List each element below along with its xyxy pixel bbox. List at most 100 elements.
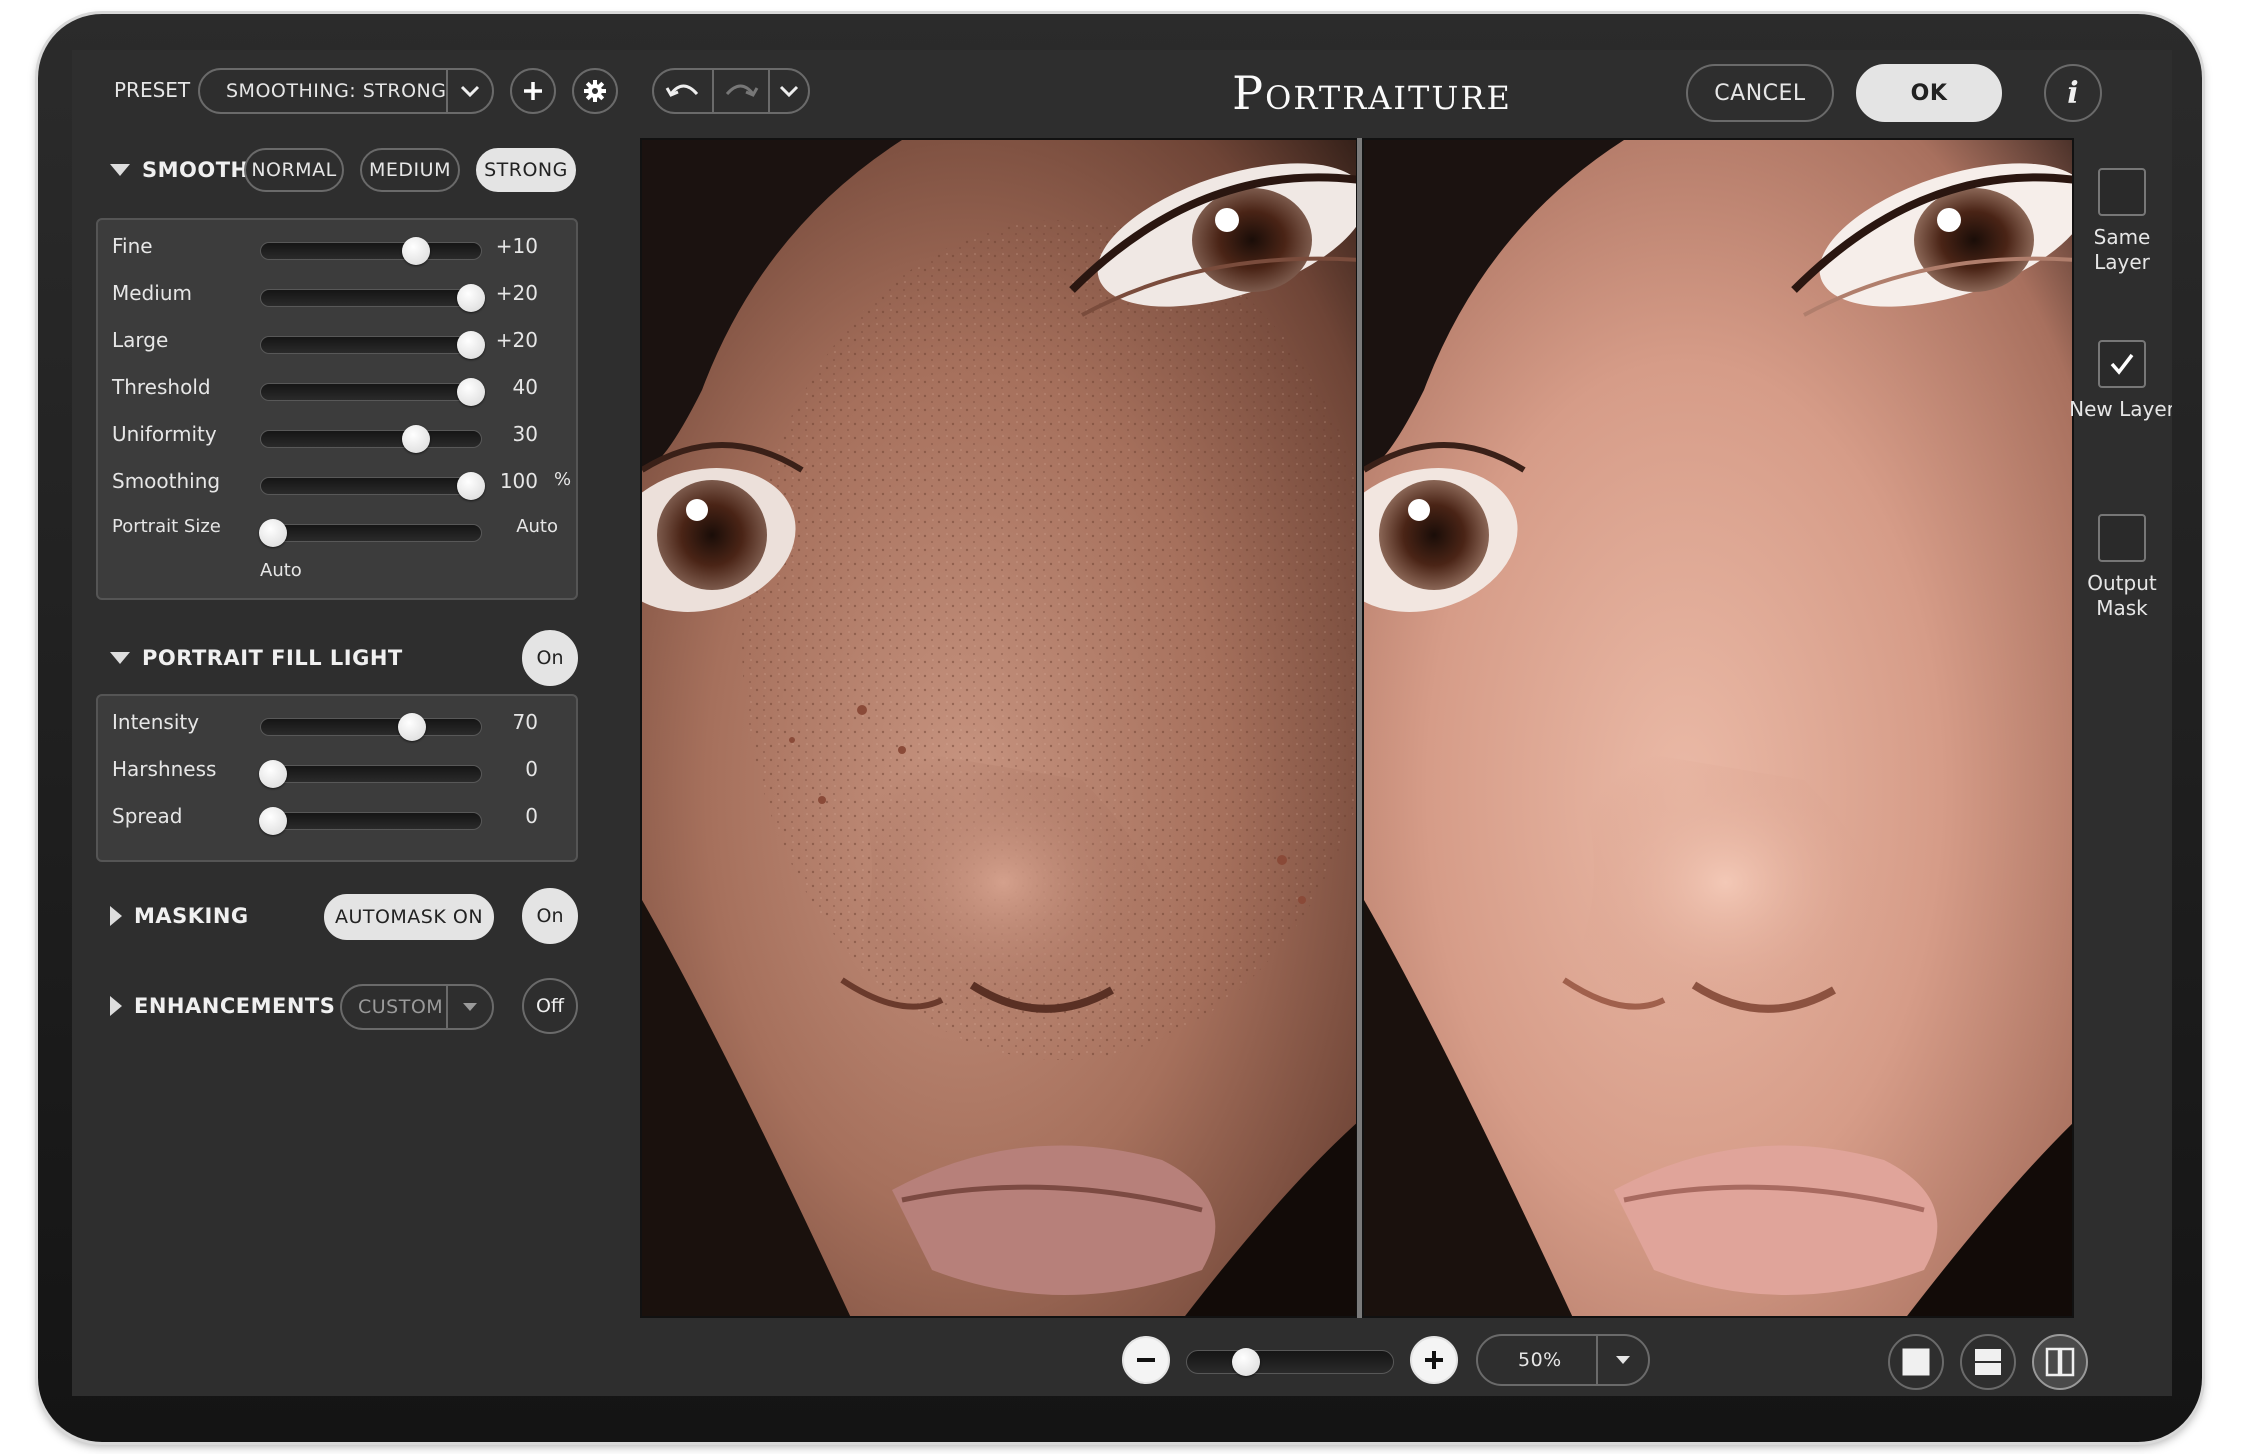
plus-icon (524, 82, 542, 100)
enhancements-section-header[interactable]: ENHANCEMENTS (110, 994, 335, 1018)
slider-row-intensity: Intensity 70 (98, 708, 576, 742)
slider-knob-harshness[interactable] (259, 760, 287, 788)
output-mask-checkbox[interactable] (2098, 514, 2146, 562)
split-horizontal-button[interactable] (1960, 1334, 2016, 1390)
undo-icon (665, 84, 699, 97)
slider-value-large: +20 (495, 328, 538, 352)
minus-icon (1137, 1358, 1155, 1362)
portrait-size-note: Auto (260, 560, 302, 581)
enhancements-toggle[interactable]: Off (522, 978, 578, 1034)
expand-triangle-icon (110, 906, 122, 926)
info-icon: i (2067, 75, 2079, 111)
split-horizontal-icon (1975, 1349, 2001, 1375)
slider-track-harshness[interactable] (259, 760, 482, 788)
preview-after[interactable] (1362, 138, 2074, 1318)
zoom-out-button[interactable] (1122, 1336, 1170, 1384)
masking-toggle[interactable]: On (522, 888, 578, 944)
slider-row-harshness: Harshness 0 (98, 755, 576, 789)
preset-value: SMOOTHING: STRONG (226, 80, 447, 102)
slider-knob-intensity[interactable] (397, 713, 426, 741)
before-portrait-image (642, 140, 1356, 1316)
preview-before[interactable] (640, 138, 1358, 1318)
slider-value-threshold: 40 (512, 375, 538, 399)
slider-knob-uniformity[interactable] (401, 425, 430, 453)
slider-label-threshold: Threshold (112, 375, 211, 399)
slider-label-smoothing: Smoothing (112, 469, 221, 493)
chevron-down-icon (1596, 1336, 1648, 1384)
slider-track-uniformity[interactable] (260, 425, 482, 453)
redo-button[interactable] (714, 70, 770, 112)
slider-label-medium: Medium (112, 281, 192, 305)
same-layer-label: Same Layer (2093, 225, 2151, 274)
fill-light-controls-group: Intensity 70 Harshness 0 Spread 0 (96, 694, 578, 862)
slider-track-smoothing[interactable] (260, 472, 485, 500)
slider-track-threshold[interactable] (260, 378, 485, 406)
preset-dropdown[interactable]: SMOOTHING: STRONG (198, 68, 494, 114)
slider-track-medium[interactable] (260, 284, 485, 312)
slider-row-uniformity: Uniformity 30 (98, 420, 576, 454)
split-vertical-icon (2045, 1347, 2075, 1377)
history-group (652, 68, 810, 114)
slider-value-fine: +10 (495, 234, 538, 258)
output-mask-label: Output Mask (2087, 571, 2157, 620)
smoothing-normal-button[interactable]: NORMAL (244, 148, 344, 192)
zoom-value: 50% (1518, 1349, 1562, 1371)
single-view-button[interactable] (1888, 1334, 1944, 1390)
chevron-down-icon (779, 85, 799, 97)
slider-value-portrait-size: Auto (516, 516, 558, 537)
slider-row-medium: Medium +20 (98, 279, 576, 313)
cancel-button[interactable]: CANCEL (1686, 64, 1834, 122)
slider-label-harshness: Harshness (112, 757, 217, 781)
slider-unit-smoothing: % (554, 469, 572, 490)
slider-value-uniformity: 30 (512, 422, 538, 446)
slider-track-intensity[interactable] (260, 713, 482, 741)
slider-label-portrait-size: Portrait Size (112, 516, 221, 537)
slider-track-portrait-size[interactable] (259, 519, 482, 547)
automask-button[interactable]: AUTOMASK ON (324, 894, 494, 940)
zoom-slider-knob[interactable] (1231, 1348, 1260, 1376)
fill-light-title: PORTRAIT FILL LIGHT (142, 646, 403, 670)
split-vertical-button[interactable] (2032, 1334, 2088, 1390)
slider-label-uniformity: Uniformity (112, 422, 217, 446)
slider-track-spread[interactable] (259, 807, 482, 835)
expand-triangle-icon (110, 996, 122, 1016)
redo-icon (725, 84, 759, 97)
same-layer-checkbox[interactable] (2098, 168, 2146, 216)
info-button[interactable]: i (2044, 64, 2102, 122)
single-view-icon (1902, 1348, 1930, 1376)
zoom-slider[interactable] (1186, 1348, 1394, 1376)
slider-knob-fine[interactable] (401, 237, 430, 265)
slider-row-spread: Spread 0 (98, 802, 576, 836)
slider-row-large: Large +20 (98, 326, 576, 360)
ok-button[interactable]: OK (1856, 64, 2002, 122)
smoothing-strong-button[interactable]: STRONG (476, 148, 576, 192)
slider-knob-portrait-size[interactable] (259, 519, 287, 547)
collapse-triangle-icon (110, 652, 130, 664)
slider-label-large: Large (112, 328, 169, 352)
masking-section-header[interactable]: MASKING (110, 904, 249, 928)
fill-light-section-header[interactable]: PORTRAIT FILL LIGHT (110, 646, 403, 670)
smoothing-controls-group: Fine +10 Medium +20 Large +20 Threshold 40 Unifo… (96, 218, 578, 600)
settings-button[interactable] (572, 68, 618, 114)
smoothing-medium-button[interactable]: MEDIUM (360, 148, 460, 192)
preset-label: PRESET (114, 78, 191, 102)
undo-button[interactable] (654, 70, 714, 112)
enhancements-preset-dropdown[interactable]: CUSTOM (340, 984, 494, 1030)
add-preset-button[interactable] (510, 68, 556, 114)
app-title: Portraiture (1232, 66, 1512, 120)
after-portrait-image (1364, 140, 2072, 1316)
slider-label-spread: Spread (112, 804, 183, 828)
slider-row-smoothing: Smoothing 100% (98, 467, 576, 501)
slider-track-fine[interactable] (260, 237, 482, 265)
slider-row-fine: Fine +10 (98, 232, 576, 266)
new-layer-checkbox[interactable] (2098, 340, 2146, 388)
slider-row-portrait-size: Portrait Size Auto (98, 514, 576, 548)
history-dropdown-button[interactable] (770, 70, 808, 112)
plus-icon (1425, 1351, 1443, 1369)
slider-track-large[interactable] (260, 331, 485, 359)
zoom-dropdown[interactable]: 50% (1476, 1334, 1650, 1386)
zoom-in-button[interactable] (1410, 1336, 1458, 1384)
fill-light-toggle[interactable]: On (522, 630, 578, 686)
slider-knob-spread[interactable] (259, 807, 287, 835)
collapse-triangle-icon (110, 164, 130, 176)
